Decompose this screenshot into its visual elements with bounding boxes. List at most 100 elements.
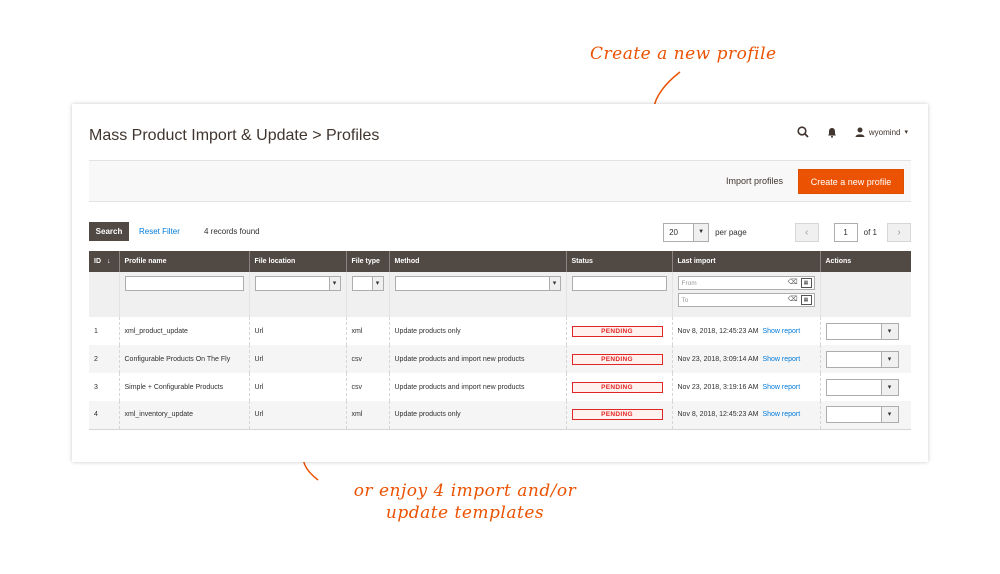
filter-file-location-cell xyxy=(248,272,346,317)
cell-profile-name: xml_inventory_update xyxy=(118,401,249,430)
per-page-label: per page xyxy=(715,227,747,237)
filter-status-input[interactable] xyxy=(571,276,667,291)
annotation-line-2: update templates xyxy=(385,503,545,523)
filter-file-type-select[interactable] xyxy=(351,276,384,291)
table-row[interactable]: 1 xml_product_update Url xml Update prod… xyxy=(89,317,911,345)
chevron-down-icon: ▼ xyxy=(693,223,709,241)
calendar-icon[interactable]: ▦ xyxy=(800,278,812,288)
cell-status: PENDING xyxy=(565,345,672,373)
last-import-date: Nov 23, 2018, 3:09:14 AM xyxy=(677,355,759,363)
cell-file-type: xml xyxy=(345,317,389,345)
bell-icon[interactable] xyxy=(827,127,837,138)
per-page-value: 20 xyxy=(669,227,678,237)
row-actions-select[interactable] xyxy=(825,406,899,424)
cell-status: PENDING xyxy=(565,401,672,430)
show-report-link[interactable]: Show report xyxy=(762,328,800,335)
col-last-import[interactable]: Last import xyxy=(671,251,820,272)
col-profile-name[interactable]: Profile name xyxy=(118,251,249,272)
cell-file-location: Url xyxy=(248,345,346,373)
show-report-link[interactable]: Show report xyxy=(762,356,800,363)
cell-profile-name: xml_product_update xyxy=(118,317,249,345)
table-row[interactable]: 2 Configurable Products On The Fly Url c… xyxy=(89,345,911,373)
cell-file-type: xml xyxy=(345,401,389,430)
cell-file-type: csv xyxy=(345,373,389,401)
user-menu[interactable]: wyomind ▾ xyxy=(855,127,908,137)
filter-method-select[interactable] xyxy=(394,276,561,291)
cell-profile-name: Simple + Configurable Products xyxy=(118,373,249,401)
filter-actions-cell xyxy=(819,272,911,317)
date-to-placeholder: To xyxy=(681,296,689,304)
search-icon[interactable] xyxy=(797,126,809,138)
profiles-panel: Mass Product Import & Update > Profiles … xyxy=(72,104,928,462)
cell-last-import: Nov 23, 2018, 3:09:14 AM Show report xyxy=(671,345,820,373)
filter-profile-name-cell xyxy=(118,272,249,317)
search-button[interactable]: Search xyxy=(89,222,129,241)
col-actions: Actions xyxy=(819,251,911,272)
pager: 20 ▼ per page ‹ 1 of 1 › xyxy=(663,222,911,242)
header-actions: wyomind ▾ xyxy=(797,126,908,138)
next-page-button[interactable]: › xyxy=(887,222,911,242)
filter-method-cell xyxy=(388,272,566,317)
page-count: of 1 xyxy=(863,227,877,237)
show-report-link[interactable]: Show report xyxy=(762,411,800,418)
records-count: 4 records found xyxy=(204,227,260,236)
last-import-date: Nov 23, 2018, 3:19:16 AM xyxy=(677,383,759,391)
clear-date-icon[interactable]: ⌫ xyxy=(788,278,798,286)
status-badge: PENDING xyxy=(571,381,663,393)
calendar-icon[interactable]: ▦ xyxy=(800,295,812,305)
cell-id: 1 xyxy=(89,317,119,345)
clear-date-icon[interactable]: ⌫ xyxy=(788,295,798,303)
table-header-row: ID ↓ Profile name File location File type… xyxy=(89,251,911,272)
cell-id: 4 xyxy=(89,401,119,430)
page-title: Mass Product Import & Update > Profiles xyxy=(89,127,380,144)
row-actions-select[interactable] xyxy=(825,350,899,368)
show-report-link[interactable]: Show report xyxy=(762,384,800,391)
cell-file-location: Url xyxy=(248,317,346,345)
cell-last-import: Nov 23, 2018, 3:19:16 AM Show report xyxy=(671,373,820,401)
import-profiles-button[interactable]: Import profiles xyxy=(726,176,783,186)
status-badge: PENDING xyxy=(571,325,663,337)
status-badge: PENDING xyxy=(571,353,663,365)
chevron-down-icon: ▾ xyxy=(904,129,908,136)
sort-arrow-icon: ↓ xyxy=(107,258,111,265)
page-actions-bar: Import profiles Create a new profile xyxy=(89,160,911,202)
cell-method: Update products and import new products xyxy=(388,345,566,373)
row-actions-select[interactable] xyxy=(825,378,899,396)
prev-page-button[interactable]: ‹ xyxy=(794,222,819,242)
col-file-location[interactable]: File location xyxy=(248,251,346,272)
cell-id: 3 xyxy=(89,373,119,401)
page-input[interactable]: 1 xyxy=(833,222,858,242)
cell-status: PENDING xyxy=(565,373,672,401)
filter-last-import-cell: From ⌫ ▦ To ⌫ ▦ xyxy=(671,272,820,317)
grid-toolbar: Search Reset Filter 4 records found 20 ▼… xyxy=(89,222,911,242)
user-icon xyxy=(855,127,865,137)
cell-actions xyxy=(819,373,911,401)
create-profile-button[interactable]: Create a new profile xyxy=(798,169,904,194)
filter-row: From ⌫ ▦ To ⌫ ▦ xyxy=(89,272,911,317)
filter-date-to[interactable]: To ⌫ ▦ xyxy=(677,293,815,307)
filter-profile-name-input[interactable] xyxy=(124,276,244,291)
reset-filter-link[interactable]: Reset Filter xyxy=(139,227,180,236)
filter-status-cell xyxy=(565,272,672,317)
col-method[interactable]: Method xyxy=(388,251,566,272)
date-from-placeholder: From xyxy=(681,279,697,287)
cell-file-type: csv xyxy=(345,345,389,373)
filter-date-from[interactable]: From ⌫ ▦ xyxy=(677,276,815,290)
col-file-type[interactable]: File type xyxy=(345,251,389,272)
col-id[interactable]: ID ↓ xyxy=(89,251,119,272)
table-row[interactable]: 3 Simple + Configurable Products Url csv… xyxy=(89,373,911,401)
cell-actions xyxy=(819,345,911,373)
table-row[interactable]: 4 xml_inventory_update Url xml Update pr… xyxy=(89,401,911,430)
cell-profile-name: Configurable Products On The Fly xyxy=(118,345,249,373)
row-actions-select[interactable] xyxy=(825,322,899,340)
cell-method: Update products only xyxy=(388,317,566,345)
cell-last-import: Nov 8, 2018, 12:45:23 AM Show report xyxy=(671,401,820,430)
annotation-create-profile: Create a new profile xyxy=(590,44,777,64)
cell-status: PENDING xyxy=(565,317,672,345)
filter-id-cell xyxy=(89,272,119,317)
profiles-table: ID ↓ Profile name File location File type… xyxy=(89,251,911,430)
per-page-select[interactable]: 20 ▼ xyxy=(663,222,710,242)
status-badge: PENDING xyxy=(571,409,663,421)
col-status[interactable]: Status xyxy=(565,251,672,272)
filter-file-location-select[interactable] xyxy=(254,276,341,291)
